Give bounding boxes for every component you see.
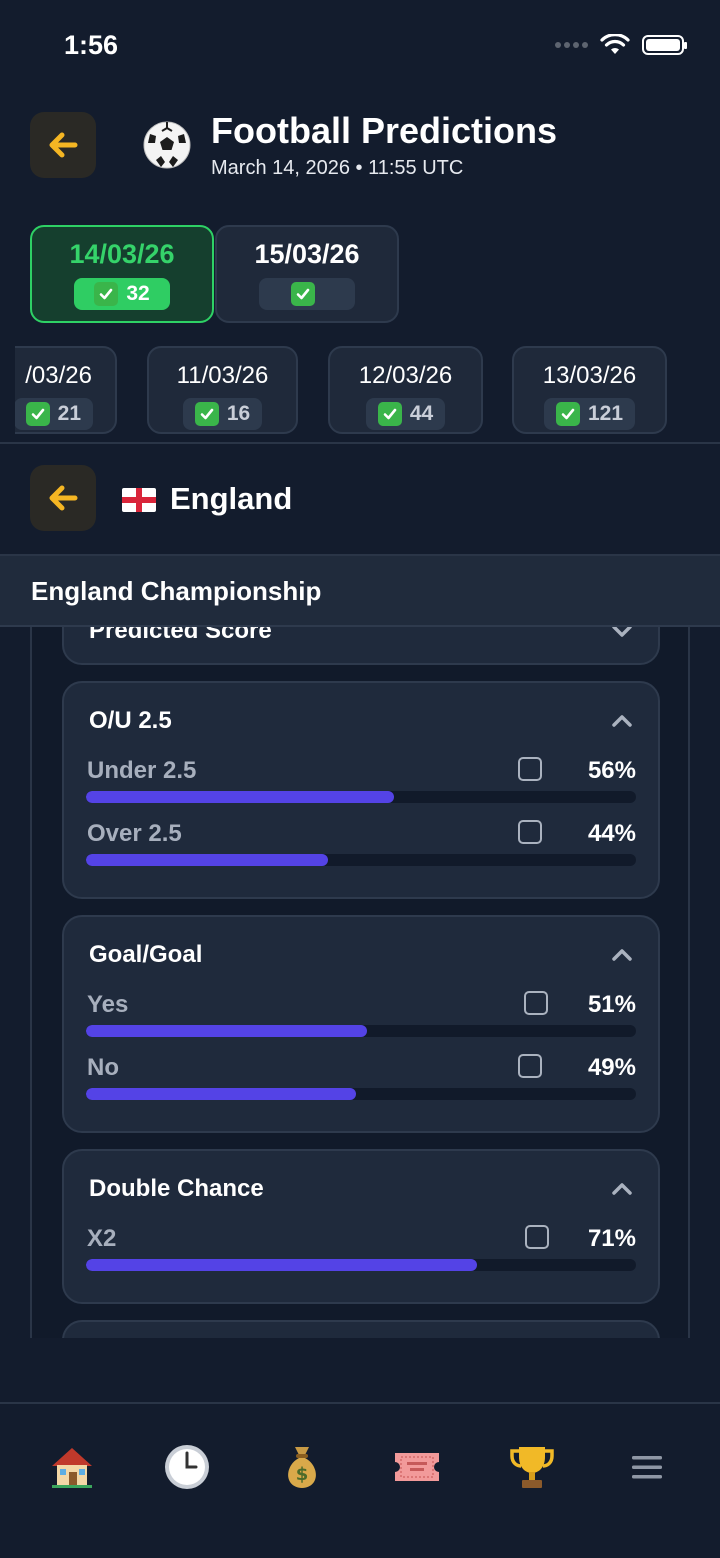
nav-menu[interactable] [622,1442,672,1492]
market-card-next[interactable] [62,1320,660,1338]
divider [0,442,720,444]
date-tab-count: 44 [409,402,434,425]
trophy-icon [510,1447,554,1488]
date-tab-11-03-26[interactable]: 11/03/26 16 [147,346,298,434]
option-label: No [87,1054,119,1081]
svg-text:$: $ [296,1464,309,1485]
date-tab-badge: 21 [15,398,93,430]
option-checkbox[interactable] [518,1054,542,1078]
money-bag-icon: $ [288,1447,316,1488]
home-icon [52,1448,92,1488]
date-tab-count: 21 [57,402,81,425]
option-percent: 49% [587,1054,636,1081]
date-tab-count: 16 [226,402,251,425]
markets-scroll-area[interactable]: Predicted Score O/U 2.5 Under 2.5 56% Ov… [30,627,690,1338]
chevron-up-icon[interactable] [610,1177,634,1201]
progress-track [86,1025,636,1037]
check-icon [555,402,580,426]
market-title: O/U 2.5 [89,707,172,734]
nav-home[interactable] [47,1442,97,1492]
date-scroller[interactable]: /03/26 21 11/03/26 16 12/03/26 44 13/03/… [15,0,705,440]
date-tab-badge: 121 [543,398,636,430]
nav-history[interactable] [162,1442,212,1492]
date-tab-label: 13/03/26 [542,362,637,389]
date-tab-label: /03/26 [25,362,92,389]
bottom-nav: $ [0,1402,720,1558]
date-tab-13-03-26[interactable]: 13/03/26 121 [512,346,667,434]
date-tab-badge: 16 [182,398,263,430]
progress-track [86,791,636,803]
market-card-over-under: O/U 2.5 Under 2.5 56% Over 2.5 44% [62,681,660,899]
chevron-up-icon[interactable] [610,709,634,733]
option-label: Under 2.5 [87,757,197,784]
date-tab-label: 12/03/26 [358,362,453,389]
arrow-left-icon [49,485,78,511]
option-percent: 56% [587,757,636,784]
option-label: X2 [87,1225,117,1252]
date-tab-count: 121 [587,402,624,425]
market-card-goal-goal: Goal/Goal Yes 51% No 49% [62,915,660,1133]
progress-track [86,1259,636,1271]
progress-fill [86,791,394,803]
date-tab-label: 11/03/26 [176,362,269,389]
date-tab-badge: 44 [365,398,446,430]
menu-icon [632,1456,662,1479]
country-back-button[interactable] [30,465,96,531]
option-label: Yes [87,991,129,1018]
ticket-icon [395,1453,439,1481]
country-header: England [0,445,720,555]
market-title: Double Chance [89,1175,264,1202]
nav-tickets[interactable] [392,1442,442,1492]
check-icon [25,402,50,426]
option-checkbox[interactable] [524,991,548,1015]
chevron-down-icon[interactable] [610,627,634,643]
option-checkbox[interactable] [518,757,542,781]
check-icon [194,402,219,426]
market-card-double-chance: Double Chance X2 71% [62,1149,660,1304]
progress-track [86,1088,636,1100]
market-title: Goal/Goal [89,941,203,968]
progress-fill [86,1259,477,1271]
league-name: England Championship [31,576,322,606]
option-percent: 71% [587,1225,636,1252]
option-percent: 51% [587,991,636,1018]
option-percent: 44% [587,820,636,847]
progress-fill [86,1025,367,1037]
nav-leaderboard[interactable] [507,1442,557,1492]
country-name: England [170,481,293,516]
market-title: Predicted Score [89,627,272,644]
option-checkbox[interactable] [518,820,542,844]
check-icon [377,402,402,426]
league-header[interactable]: England Championship [0,556,720,627]
progress-fill [86,854,328,866]
progress-fill [86,1088,356,1100]
option-label: Over 2.5 [87,820,182,847]
nav-money[interactable]: $ [277,1442,327,1492]
england-flag-icon [122,488,156,512]
date-tab-10-03-26[interactable]: /03/26 21 [15,346,117,434]
clock-icon [165,1445,209,1489]
progress-track [86,854,636,866]
market-card-predicted-score[interactable]: Predicted Score [62,627,660,665]
date-tab-12-03-26[interactable]: 12/03/26 44 [328,346,483,434]
option-checkbox[interactable] [525,1225,549,1249]
chevron-up-icon[interactable] [610,943,634,967]
